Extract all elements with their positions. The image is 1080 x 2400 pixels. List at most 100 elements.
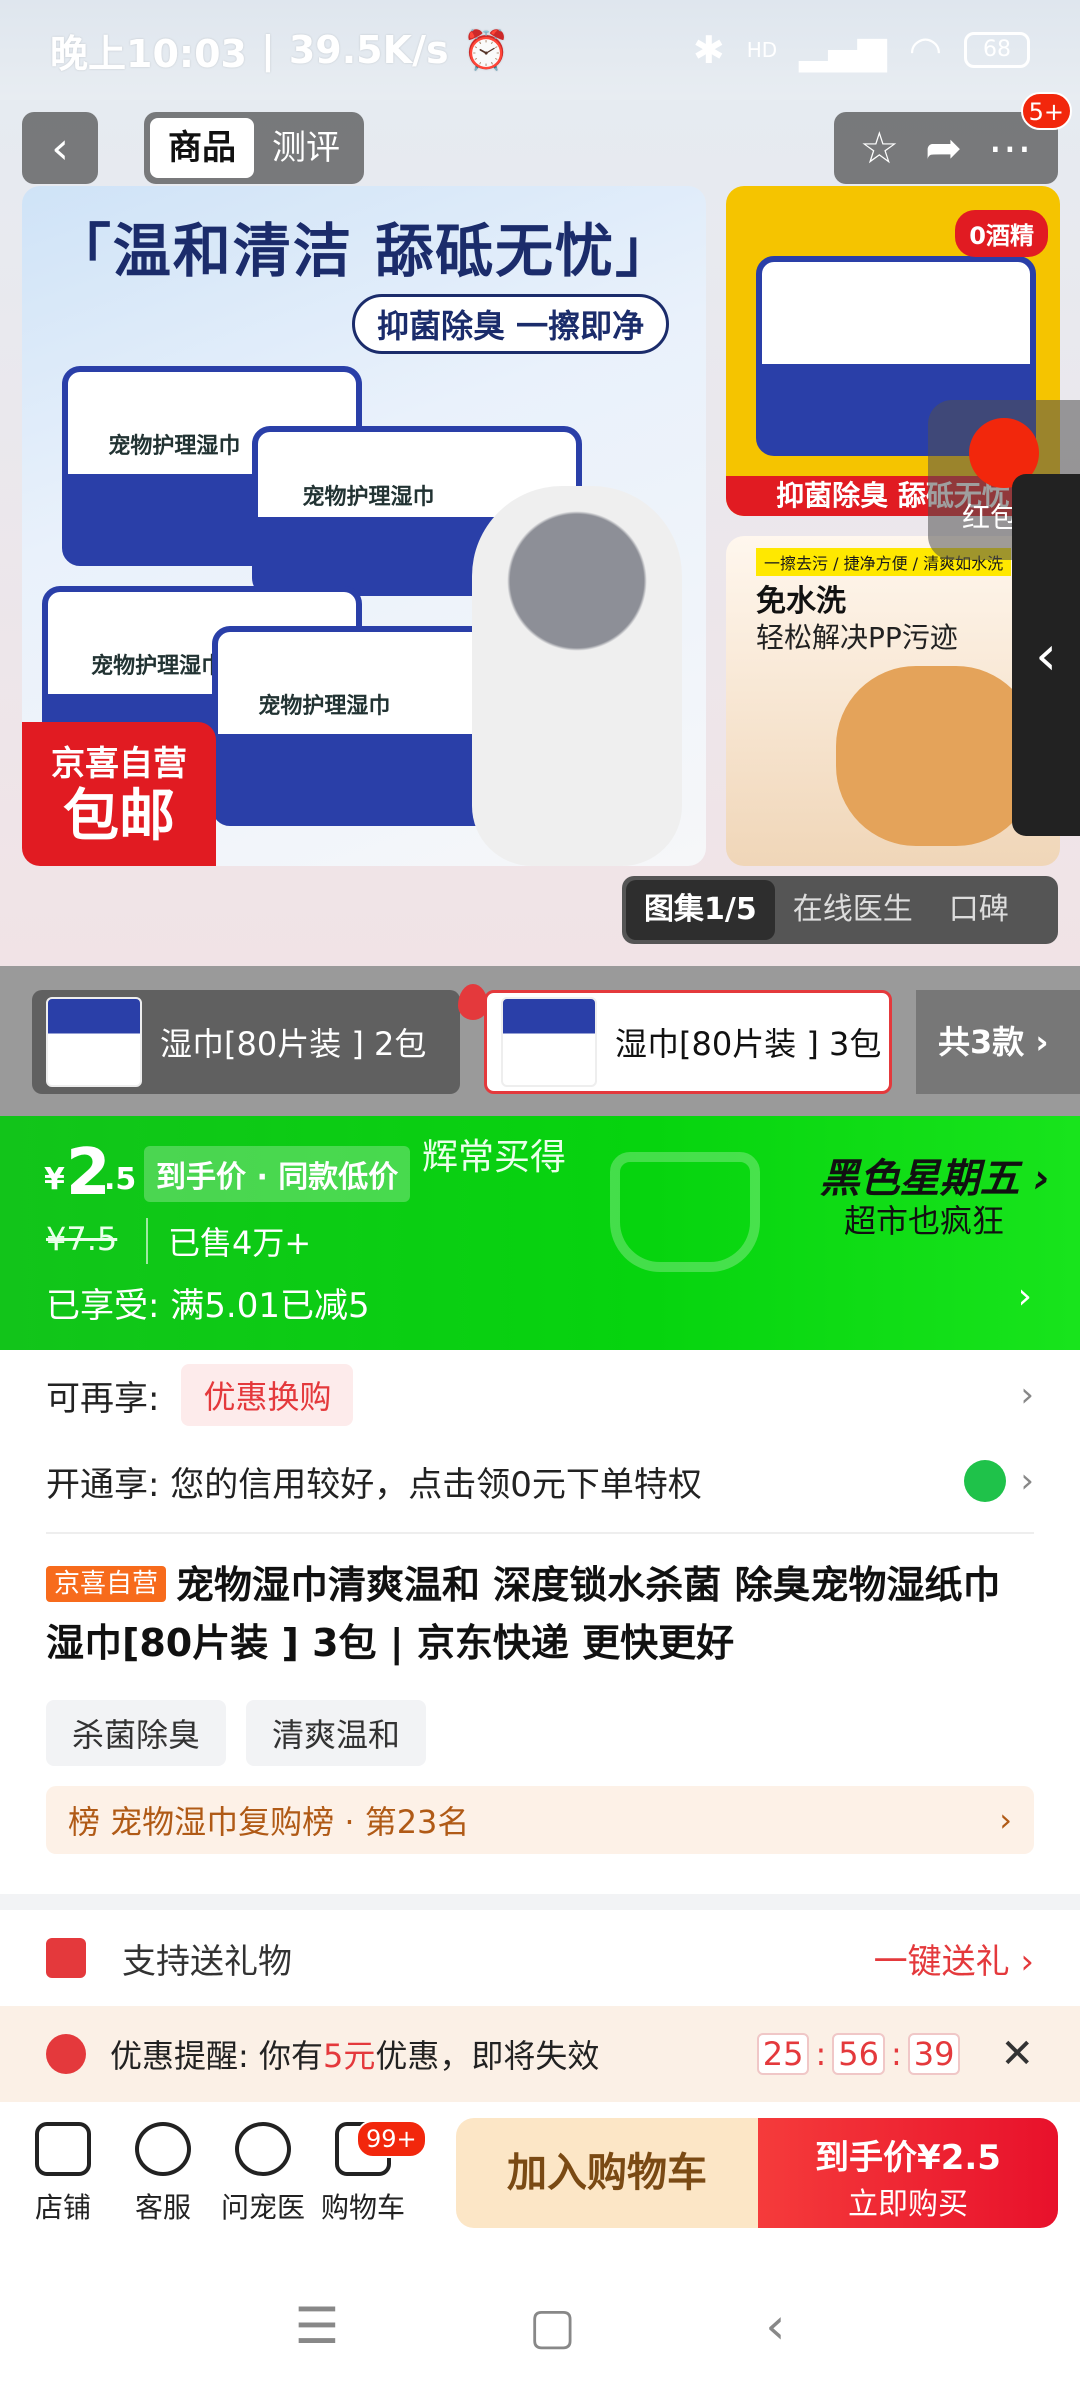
sold-count: 已售4万+	[146, 1218, 311, 1264]
thumbnail-2-line1: 免水洗	[756, 584, 846, 619]
self-operated-tag: 京喜自营	[46, 1566, 167, 1602]
reminder-amount: 5元	[322, 2037, 376, 2075]
sku-thumbnail	[501, 997, 597, 1087]
notification-badge: 5+	[1020, 92, 1072, 130]
product-info: 可再享: 优惠换购 › 开通享: 您的信用较好，点击领0元下单特权 › 京喜自营…	[0, 1350, 1080, 1894]
feature-chips: 杀菌除臭 清爽温和	[46, 1700, 427, 1766]
gift-icon	[46, 1938, 86, 1978]
chevron-right-icon: ›	[1020, 1461, 1034, 1501]
store-label: 店铺	[34, 2191, 91, 2224]
top-nav: ‹ 商品 测评 ☆ ➦ ⋯ 5+	[22, 92, 1072, 184]
side-drawer-handle[interactable]: ‹	[1012, 474, 1080, 836]
hui-label: 辉常买得	[422, 1137, 567, 1178]
wifi-icon: ◠	[908, 28, 942, 72]
feature-chip[interactable]: 杀菌除臭	[46, 1700, 227, 1766]
original-price: ¥7.5	[46, 1220, 118, 1258]
price-tag: 到手价 · 同款低价	[144, 1146, 411, 1202]
thumbnail-2[interactable]: 一擦去污 / 捷净方便 / 清爽如水洗 免水洗 轻松解决PP污迹	[726, 536, 1060, 866]
send-gift-link[interactable]: 一键送礼 ›	[874, 1934, 1034, 1983]
thumbnail-2-line2: 轻松解决PP污迹	[756, 621, 958, 654]
bottom-action-bar: 店铺 客服 问宠医 购物车 99+ 加入购物车 到手价¥2.5 立即购买	[0, 2102, 1080, 2252]
tab-online-doctor[interactable]: 在线医生	[775, 880, 931, 940]
feature-chip[interactable]: 清爽温和	[246, 1700, 427, 1766]
store-button[interactable]: 店铺	[18, 2122, 108, 2226]
close-icon[interactable]: ✕	[1000, 2031, 1034, 2077]
coupon-pill[interactable]: 优惠换购	[181, 1364, 354, 1426]
credit-text: 开通享: 您的信用较好，点击领0元下单特权	[46, 1464, 702, 1505]
star-icon[interactable]: ☆	[860, 123, 899, 174]
network-label: HD	[746, 38, 778, 62]
bluetooth-icon: ✱	[692, 28, 725, 72]
sku-label: 湿巾[80片装 ] 2包	[160, 1025, 427, 1063]
promo-tag: 京喜自营 包邮	[22, 722, 216, 866]
image-headline: 「温和清洁 舔砥无忧」	[52, 217, 676, 285]
menu-icon[interactable]: ☰	[295, 2297, 340, 2355]
promo-line2: 包邮	[63, 784, 175, 849]
black-friday-sub: 超市也疯狂	[843, 1202, 1004, 1240]
buy-now-label: 立即购买	[848, 2187, 968, 2222]
price-dec: .5	[104, 1162, 137, 1197]
top-actions: ☆ ➦ ⋯ 5+	[833, 92, 1072, 184]
back-icon[interactable]: ‹	[765, 2297, 785, 2355]
add-to-cart-button[interactable]: 加入购物车	[456, 2118, 758, 2228]
rank-text: 榜 宠物湿巾复购榜 · 第23名	[68, 1803, 470, 1841]
coupon-reminder: 优惠提醒: 你有 5元 优惠，即将失效 25 : 56 : 39 ✕	[0, 2006, 1080, 2102]
chevron-right-icon[interactable]: ›	[1018, 1276, 1032, 1317]
reminder-prefix: 优惠提醒: 你有	[110, 2037, 323, 2075]
tab-gallery[interactable]: 图集1/5	[626, 880, 775, 940]
sku-option-selected[interactable]: 湿巾[80片装 ] 3包	[484, 990, 892, 1094]
back-button[interactable]: ‹	[22, 112, 98, 184]
tab-switcher: 商品 测评	[144, 112, 364, 184]
tab-review[interactable]: 测评	[254, 118, 358, 178]
cart-label: 购物车	[320, 2191, 405, 2224]
cart-badge: 99+	[356, 2120, 427, 2158]
timer-hours: 25	[756, 2033, 810, 2075]
countdown-timer: 25 : 56 : 39	[756, 2033, 961, 2075]
wipes-pack: 宠物护理湿巾	[212, 626, 512, 826]
alcohol-free-badge: 0酒精	[955, 210, 1048, 257]
gift-label: 支持送礼物	[122, 1941, 292, 1982]
pet-doctor-button[interactable]: 问宠医	[218, 2122, 308, 2226]
chevron-left-icon: ‹	[51, 122, 69, 174]
status-left: 晚上10:03 | 39.5K/s ⏰	[50, 23, 693, 78]
cart-watermark-icon	[610, 1152, 760, 1272]
gift-row[interactable]: 支持送礼物 一键送礼 ›	[0, 1910, 1080, 2006]
home-icon[interactable]: ▢	[529, 2297, 576, 2355]
status-bar: 晚上10:03 | 39.5K/s ⏰ ✱ HD ▂▄▆ ◠ 68	[0, 0, 1080, 100]
timer-minutes: 56	[832, 2033, 885, 2075]
tab-product[interactable]: 商品	[150, 118, 254, 178]
chevron-left-icon: ‹	[1035, 623, 1057, 687]
sku-count-button[interactable]: 共3款 ›	[916, 990, 1080, 1094]
reminder-suffix: 优惠，即将失效	[375, 2037, 600, 2075]
status-speed: 39.5K/s	[288, 28, 449, 72]
cat-illustration	[836, 666, 1036, 846]
status-right: ✱ HD ▂▄▆ ◠ 68	[693, 28, 1030, 72]
sku-option[interactable]: 湿巾[80片装 ] 2包	[32, 984, 488, 1094]
doctor-icon	[235, 2122, 291, 2176]
rank-banner[interactable]: 榜 宠物湿巾复购榜 · 第23名 ›	[46, 1786, 1034, 1854]
chevron-right-icon: ›	[999, 1801, 1012, 1839]
price-currency: ¥	[44, 1162, 65, 1197]
more-icon[interactable]: ⋯	[988, 123, 1032, 174]
coupon-row[interactable]: 可再享: 优惠换购 ›	[46, 1360, 1034, 1430]
tab-reputation[interactable]: 口碑	[931, 880, 1027, 940]
service-label: 客服	[134, 2191, 191, 2224]
product-title-text: 宠物湿巾清爽温和 深度锁水杀菌 除臭宠物湿纸巾 湿巾[80片装 ] 3包 | 京…	[46, 1563, 1001, 1665]
credit-row[interactable]: 开通享: 您的信用较好，点击领0元下单特权 ›	[46, 1446, 1034, 1516]
divider	[46, 1532, 1034, 1534]
timer-seconds: 39	[907, 2033, 961, 2075]
alarm-icon: ⏰	[462, 27, 510, 72]
gallery-tabs: 图集1/5 在线医生 口碑	[622, 876, 1058, 944]
service-icon	[135, 2122, 191, 2176]
clock-icon	[46, 2034, 86, 2074]
buy-now-button[interactable]: 到手价¥2.5 立即购买	[758, 2118, 1058, 2228]
price-band: ¥ 2 .5 到手价 · 同款低价 辉常买得 ¥7.5 已售4万+ 已享受: 满…	[0, 1116, 1080, 1350]
share-icon[interactable]: ➦	[925, 123, 962, 174]
battery-icon: 68	[964, 32, 1030, 68]
sku-label: 湿巾[80片装 ] 3包	[615, 1025, 882, 1063]
product-title[interactable]: 京喜自营 宠物湿巾清爽温和 深度锁水杀菌 除臭宠物湿纸巾 湿巾[80片装 ] 3包…	[46, 1556, 1034, 1672]
service-button[interactable]: 客服	[118, 2122, 208, 2226]
chevron-right-icon: ›	[1020, 1375, 1034, 1415]
bag-icon	[964, 1460, 1007, 1502]
discount-enjoyed[interactable]: 已享受: 满5.01已减5	[46, 1278, 370, 1327]
